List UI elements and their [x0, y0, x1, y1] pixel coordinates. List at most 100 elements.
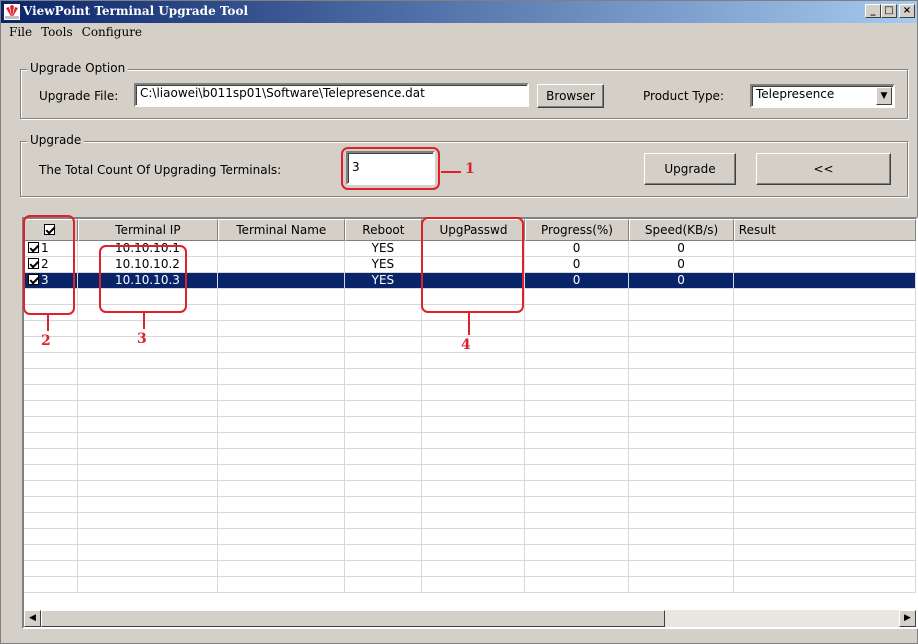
browser-button[interactable]: Browser	[537, 84, 604, 108]
empty-cell	[629, 561, 734, 577]
empty-cell	[422, 449, 525, 465]
empty-cell	[629, 465, 734, 481]
empty-cell	[24, 449, 78, 465]
menu-configure[interactable]: Configure	[78, 23, 147, 41]
annotation-line-4	[468, 313, 470, 335]
empty-cell	[629, 321, 734, 337]
empty-cell	[422, 577, 525, 593]
empty-cell	[629, 289, 734, 305]
browser-button-label: Browser	[546, 89, 595, 103]
empty-cell	[629, 305, 734, 321]
scroll-right-icon[interactable]: ▶	[899, 610, 916, 627]
empty-table-row	[24, 369, 916, 385]
header-progress[interactable]: Progress(%)	[524, 219, 630, 241]
empty-cell	[78, 497, 219, 513]
product-type-select[interactable]: Telepresence ▼	[750, 84, 895, 108]
empty-cell	[734, 561, 916, 577]
title-bar[interactable]: ViewPoint Terminal Upgrade Tool _ □ ×	[1, 1, 917, 23]
empty-cell	[629, 369, 734, 385]
empty-cell	[345, 561, 423, 577]
collapse-button[interactable]: <<	[756, 153, 891, 185]
empty-cell	[734, 289, 916, 305]
empty-cell	[24, 577, 78, 593]
huawei-logo-icon	[4, 4, 20, 20]
empty-cell	[734, 321, 916, 337]
scroll-left-icon[interactable]: ◀	[24, 610, 41, 627]
header-result[interactable]: Result	[733, 219, 916, 241]
empty-cell	[422, 513, 525, 529]
empty-table-row	[24, 433, 916, 449]
empty-cell	[422, 481, 525, 497]
empty-cell	[78, 545, 219, 561]
empty-cell	[218, 545, 345, 561]
reboot-cell[interactable]: YES	[345, 273, 423, 289]
empty-cell	[734, 305, 916, 321]
empty-cell	[734, 385, 916, 401]
empty-cell	[345, 513, 423, 529]
menu-bar: File Tools Configure	[1, 23, 917, 41]
upgrade-file-field[interactable]: C:\liaowei\b011sp01\Software\Telepresenc…	[134, 83, 529, 107]
reboot-cell[interactable]: YES	[345, 257, 423, 273]
header-reboot[interactable]: Reboot	[344, 219, 423, 241]
header-terminal-ip[interactable]: Terminal IP	[77, 219, 219, 241]
empty-cell	[525, 385, 630, 401]
empty-cell	[78, 465, 219, 481]
empty-cell	[218, 465, 345, 481]
empty-cell	[734, 369, 916, 385]
empty-cell	[24, 497, 78, 513]
header-speed[interactable]: Speed(KB/s)	[629, 219, 734, 241]
menu-file[interactable]: File	[5, 23, 37, 41]
empty-cell	[525, 353, 630, 369]
annotation-box-4	[421, 217, 524, 313]
empty-cell	[734, 417, 916, 433]
scroll-thumb[interactable]	[41, 610, 665, 627]
empty-cell	[525, 465, 630, 481]
app-window: ViewPoint Terminal Upgrade Tool _ □ × Fi…	[0, 0, 918, 644]
empty-cell	[734, 449, 916, 465]
header-terminal-name[interactable]: Terminal Name	[218, 219, 345, 241]
window-title: ViewPoint Terminal Upgrade Tool	[23, 4, 248, 18]
horizontal-scrollbar[interactable]: ◀ ▶	[24, 610, 916, 627]
empty-cell	[218, 401, 345, 417]
terminal-name-cell[interactable]	[218, 273, 345, 289]
empty-cell	[525, 497, 630, 513]
empty-cell	[629, 401, 734, 417]
minimize-button[interactable]: _	[865, 4, 881, 18]
empty-table-row	[24, 545, 916, 561]
empty-cell	[345, 305, 423, 321]
empty-cell	[629, 577, 734, 593]
empty-table-row	[24, 497, 916, 513]
reboot-cell[interactable]: YES	[345, 241, 423, 257]
progress-cell: 0	[525, 241, 630, 257]
empty-cell	[422, 433, 525, 449]
empty-cell	[629, 353, 734, 369]
result-cell	[734, 273, 916, 289]
empty-cell	[24, 337, 78, 353]
speed-cell: 0	[629, 241, 734, 257]
menu-tools[interactable]: Tools	[37, 23, 78, 41]
empty-cell	[345, 529, 423, 545]
upgrade-button[interactable]: Upgrade	[644, 153, 736, 185]
empty-cell	[629, 545, 734, 561]
annotation-label-1: 1	[465, 161, 475, 177]
speed-cell: 0	[629, 257, 734, 273]
empty-table-row	[24, 417, 916, 433]
dropdown-arrow-icon[interactable]: ▼	[876, 87, 892, 105]
upgrade-option-legend: Upgrade Option	[27, 61, 129, 75]
close-button[interactable]: ×	[899, 4, 915, 18]
terminal-name-cell[interactable]	[218, 241, 345, 257]
empty-cell	[78, 481, 219, 497]
empty-cell	[78, 337, 219, 353]
empty-cell	[345, 481, 423, 497]
empty-cell	[345, 385, 423, 401]
empty-cell	[422, 353, 525, 369]
terminal-name-cell[interactable]	[218, 257, 345, 273]
empty-cell	[24, 529, 78, 545]
maximize-button[interactable]: □	[881, 4, 897, 18]
empty-cell	[629, 417, 734, 433]
empty-cell	[734, 465, 916, 481]
empty-rows	[24, 289, 916, 593]
empty-cell	[78, 369, 219, 385]
empty-table-row	[24, 321, 916, 337]
empty-cell	[525, 401, 630, 417]
